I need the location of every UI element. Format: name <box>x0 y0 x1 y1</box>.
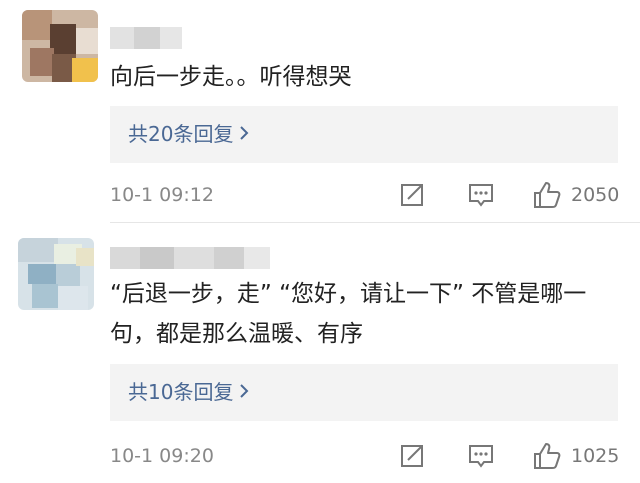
comment-time: 10-1 09:20 <box>110 445 214 467</box>
comment-item: 向后一步走。。听得想哭 共20条回复 10-1 09:12 2050 <box>0 0 640 222</box>
share-icon[interactable] <box>398 443 426 469</box>
view-replies-button[interactable]: 共10条回复 <box>110 364 618 421</box>
avatar[interactable] <box>18 238 94 310</box>
comment-item: “后退一步，走” “您好，请让一下” 不管是哪一句，都是那么温暖、有序 共10条… <box>0 223 640 483</box>
comment-meta: 10-1 09:20 1025 <box>110 441 630 471</box>
like-count: 1025 <box>571 445 620 467</box>
username[interactable] <box>110 247 270 269</box>
comment-icon[interactable] <box>467 443 495 469</box>
chevron-right-icon <box>239 107 249 164</box>
comment-meta: 10-1 09:12 2050 <box>110 180 630 210</box>
replies-label: 共10条回复 <box>128 380 234 404</box>
comment-text: “后退一步，走” “您好，请让一下” 不管是哪一句，都是那么温暖、有序 <box>110 281 587 347</box>
comment-icon[interactable] <box>467 182 495 208</box>
thumbs-up-icon[interactable] <box>532 441 561 469</box>
username[interactable] <box>110 27 182 49</box>
avatar[interactable] <box>22 10 98 82</box>
comment-text: 向后一步走。。听得想哭 <box>110 64 352 90</box>
share-icon[interactable] <box>398 182 426 208</box>
comment-time: 10-1 09:12 <box>110 184 214 206</box>
view-replies-button[interactable]: 共20条回复 <box>110 106 618 163</box>
like-count: 2050 <box>571 184 620 206</box>
replies-label: 共20条回复 <box>128 122 234 146</box>
thumbs-up-icon[interactable] <box>532 180 561 208</box>
chevron-right-icon <box>239 365 249 422</box>
